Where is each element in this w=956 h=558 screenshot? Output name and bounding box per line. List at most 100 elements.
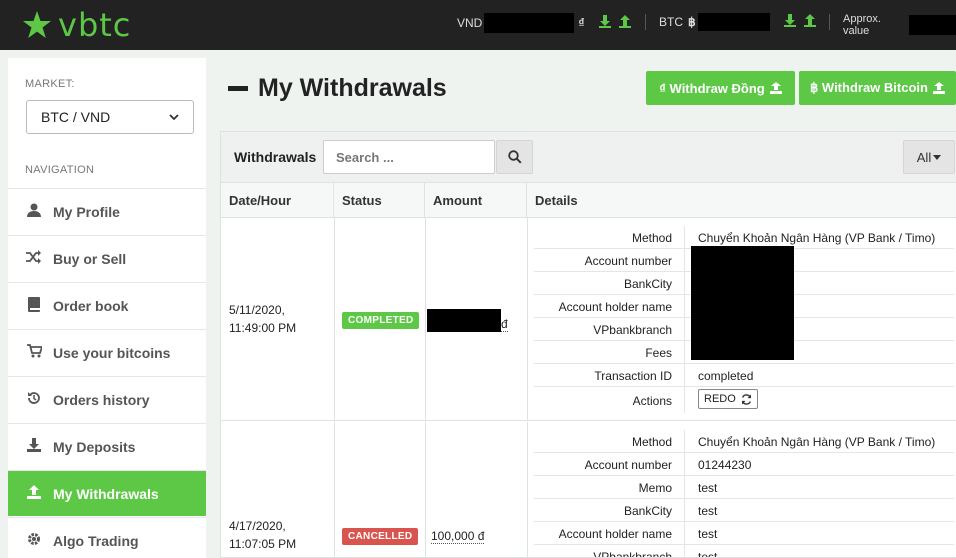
deposit-btc-icon[interactable] bbox=[783, 14, 796, 30]
btc-label: BTC bbox=[659, 15, 683, 29]
sidebar: MARKET: BTC / VND NAVIGATION My Profile … bbox=[8, 58, 206, 558]
approx-label: Approx. value bbox=[843, 13, 881, 37]
redo-button[interactable]: REDO bbox=[698, 389, 758, 409]
panel-label: Withdrawals bbox=[234, 149, 317, 165]
table-row: 4/17/2020, 11:07:05 PM CANCELLED 100,000… bbox=[221, 422, 956, 558]
chevron-down-icon bbox=[169, 113, 179, 120]
detail-label: Account number bbox=[584, 254, 672, 268]
detail-label: VPbankbranch bbox=[593, 550, 672, 558]
withdraw-btc-icon[interactable] bbox=[803, 14, 816, 30]
detail-value: Chuyển Khoản Ngân Hàng (VP Bank / Timo) bbox=[698, 231, 936, 245]
detail-value: test bbox=[698, 550, 718, 558]
column-divider bbox=[527, 422, 528, 557]
deposit-vnd-icon[interactable] bbox=[598, 15, 611, 31]
withdraw-dong-button[interactable]: ₫ Withdraw Đồng bbox=[646, 71, 795, 105]
star-logo-icon bbox=[23, 11, 51, 38]
sidebar-item-my-deposits[interactable]: My Deposits bbox=[8, 423, 206, 469]
search-input[interactable] bbox=[323, 140, 495, 174]
detail-value: test bbox=[698, 504, 718, 518]
amount-cell: 100,000 đ bbox=[431, 529, 485, 544]
sidebar-item-label: My Deposits bbox=[53, 438, 136, 455]
detail-divider bbox=[684, 499, 685, 522]
status-badge: CANCELLED bbox=[342, 528, 419, 545]
detail-row: Transaction ID completed bbox=[534, 364, 954, 387]
redacted-vnd-amount bbox=[484, 13, 575, 33]
gear-icon bbox=[24, 532, 44, 549]
sidebar-item-my-profile[interactable]: My Profile bbox=[8, 188, 206, 234]
time-text: 11:07:05 PM bbox=[229, 537, 297, 551]
withdraw-bitcoin-button[interactable]: ฿ Withdraw Bitcoin bbox=[799, 71, 956, 105]
detail-row: Actions REDO bbox=[534, 387, 954, 413]
redo-label: REDO bbox=[704, 393, 736, 405]
date-cell: 4/17/2020, 11:07:05 PM bbox=[229, 517, 296, 553]
detail-divider bbox=[684, 453, 685, 476]
search-button[interactable] bbox=[496, 140, 533, 174]
detail-value: test bbox=[698, 527, 718, 541]
sidebar-item-algo-trading[interactable]: Algo Trading bbox=[8, 517, 206, 558]
column-divider bbox=[334, 218, 335, 421]
detail-divider bbox=[684, 430, 685, 453]
detail-label: Transaction ID bbox=[594, 369, 672, 383]
top-bar: vbtc VND ₫ BTC ฿ Approx. value bbox=[0, 0, 956, 50]
column-divider bbox=[527, 218, 528, 421]
page-title: My Withdrawals bbox=[228, 74, 447, 103]
upload-icon bbox=[24, 485, 44, 502]
detail-row: Method Chuyển Khoản Ngân Hàng (VP Bank / … bbox=[534, 430, 954, 453]
refresh-icon bbox=[741, 393, 751, 405]
download-icon bbox=[24, 438, 44, 455]
withdraw-bitcoin-label: ฿ Withdraw Bitcoin bbox=[810, 80, 928, 95]
sidebar-item-use-your-bitcoins[interactable]: Use your bitcoins bbox=[8, 329, 206, 375]
detail-row: Account number 01244230 bbox=[534, 453, 954, 476]
sidebar-item-buy-or-sell[interactable]: Buy or Sell bbox=[8, 235, 206, 281]
detail-value: Chuyển Khoản Ngân Hàng (VP Bank / Timo) bbox=[698, 435, 936, 449]
detail-label: Memo bbox=[638, 481, 672, 495]
withdraw-dong-label: ₫ Withdraw Đồng bbox=[659, 80, 765, 96]
detail-label: BankCity bbox=[623, 504, 672, 518]
logo[interactable]: vbtc bbox=[22, 7, 131, 43]
upload-icon bbox=[769, 82, 782, 94]
table-row: 5/11/2020, 11:49:00 PM COMPLETED đ Metho… bbox=[221, 218, 956, 421]
sidebar-item-orders-history[interactable]: Orders history bbox=[8, 376, 206, 422]
navigation-label: NAVIGATION bbox=[25, 164, 95, 176]
page-title-text: My Withdrawals bbox=[258, 74, 447, 102]
sidebar-item-label: Use your bitcoins bbox=[53, 344, 171, 361]
user-icon bbox=[24, 203, 44, 220]
sidebar-item-order-book[interactable]: Order book bbox=[8, 282, 206, 328]
time-text: 11:49:00 PM bbox=[229, 321, 297, 335]
sidebar-item-label: Order book bbox=[53, 297, 129, 314]
detail-divider bbox=[684, 545, 685, 557]
detail-label: Account number bbox=[584, 458, 672, 472]
column-header-date[interactable]: Date/Hour bbox=[221, 183, 334, 218]
detail-row: BankCity test bbox=[534, 499, 954, 522]
column-divider bbox=[425, 422, 426, 557]
redacted-btc-amount bbox=[697, 13, 770, 31]
vnd-label: VND bbox=[457, 16, 483, 30]
detail-label: Account holder name bbox=[558, 300, 672, 314]
logo-text: vbtc bbox=[58, 6, 132, 44]
sidebar-item-my-withdrawals[interactable]: My Withdrawals bbox=[8, 470, 206, 516]
upload-icon bbox=[932, 82, 945, 94]
detail-divider bbox=[684, 522, 685, 545]
detail-label: Fees bbox=[645, 346, 672, 360]
redacted-details bbox=[691, 246, 794, 360]
market-label: MARKET: bbox=[25, 78, 75, 90]
date-text: 4/17/2020, bbox=[229, 519, 286, 533]
column-divider bbox=[334, 422, 335, 557]
market-value: BTC / VND bbox=[41, 109, 111, 125]
detail-label: Method bbox=[631, 435, 672, 449]
divider bbox=[829, 14, 830, 30]
withdraw-vnd-icon[interactable] bbox=[618, 15, 631, 31]
detail-divider bbox=[684, 226, 685, 249]
market-select[interactable]: BTC / VND bbox=[26, 100, 194, 134]
detail-divider bbox=[684, 295, 685, 318]
redacted-approx-value bbox=[908, 15, 956, 35]
detail-divider bbox=[684, 249, 685, 272]
column-header-status[interactable]: Status bbox=[334, 183, 425, 218]
filter-dropdown[interactable]: All bbox=[903, 140, 955, 174]
amount-cell: đ bbox=[427, 309, 508, 332]
vnd-balance: VND ₫ bbox=[457, 13, 631, 33]
divider bbox=[645, 14, 646, 30]
column-header-amount[interactable]: Amount bbox=[425, 183, 527, 218]
sidebar-item-label: My Profile bbox=[53, 203, 120, 220]
detail-divider bbox=[684, 364, 685, 387]
